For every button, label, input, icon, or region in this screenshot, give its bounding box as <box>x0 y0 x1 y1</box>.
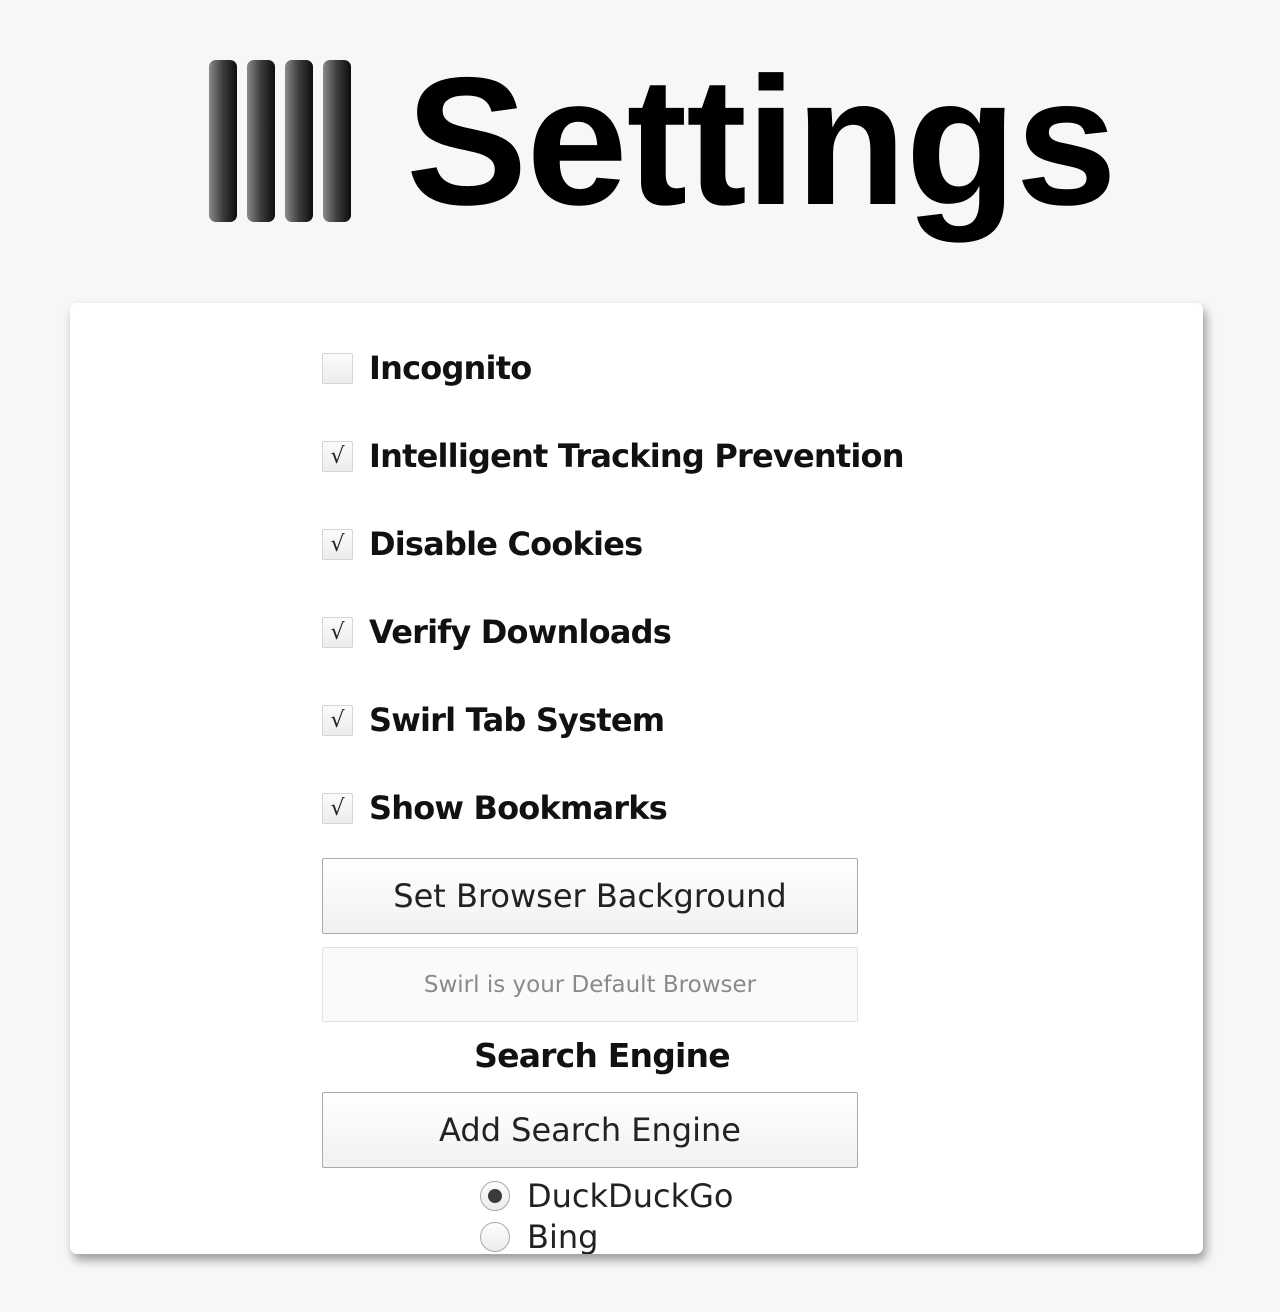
option-label: Verify Downloads <box>369 613 672 651</box>
search-engine-option-bing[interactable]: Bing <box>480 1217 598 1254</box>
verify-downloads-checkbox[interactable]: √ <box>322 616 353 648</box>
duckduckgo-radio[interactable] <box>480 1181 510 1211</box>
incognito-checkbox[interactable] <box>322 352 353 384</box>
checkmark-icon: √ <box>330 795 345 821</box>
checkmark-icon: √ <box>330 619 345 645</box>
search-engine-heading: Search Engine <box>474 1036 730 1075</box>
option-disable-cookies[interactable]: √ Disable Cookies <box>322 524 643 564</box>
option-label: Incognito <box>369 349 532 387</box>
page-header: Settings <box>0 0 1280 290</box>
option-label: Show Bookmarks <box>369 789 668 827</box>
option-incognito[interactable]: Incognito <box>322 348 532 388</box>
checkmark-icon: √ <box>330 443 345 469</box>
settings-panel: Incognito √ Intelligent Tracking Prevent… <box>70 303 1203 1254</box>
default-browser-button: Swirl is your Default Browser <box>322 947 858 1022</box>
swirl-tab-system-checkbox[interactable]: √ <box>322 704 353 736</box>
bing-radio[interactable] <box>480 1222 510 1252</box>
option-label: Disable Cookies <box>369 525 643 563</box>
option-intelligent-tracking-prevention[interactable]: √ Intelligent Tracking Prevention <box>322 436 904 476</box>
four-bars-logo-icon <box>209 60 354 224</box>
add-search-engine-button[interactable]: Add Search Engine <box>322 1092 858 1168</box>
checkmark-icon: √ <box>330 531 345 557</box>
page-title: Settings <box>406 39 1117 243</box>
option-label: Swirl Tab System <box>369 701 665 739</box>
intelligent-tracking-prevention-checkbox[interactable]: √ <box>322 440 353 472</box>
option-verify-downloads[interactable]: √ Verify Downloads <box>322 612 672 652</box>
option-show-bookmarks[interactable]: √ Show Bookmarks <box>322 788 668 828</box>
radio-label: Bing <box>527 1218 599 1254</box>
checkmark-icon: √ <box>330 707 345 733</box>
radio-label: DuckDuckGo <box>527 1177 734 1215</box>
disable-cookies-checkbox[interactable]: √ <box>322 528 353 560</box>
radio-selected-dot-icon <box>488 1189 502 1203</box>
set-browser-background-button[interactable]: Set Browser Background <box>322 858 858 934</box>
option-label: Intelligent Tracking Prevention <box>369 437 904 475</box>
show-bookmarks-checkbox[interactable]: √ <box>322 792 353 824</box>
option-swirl-tab-system[interactable]: √ Swirl Tab System <box>322 700 665 740</box>
search-engine-option-duckduckgo[interactable]: DuckDuckGo <box>480 1176 733 1216</box>
